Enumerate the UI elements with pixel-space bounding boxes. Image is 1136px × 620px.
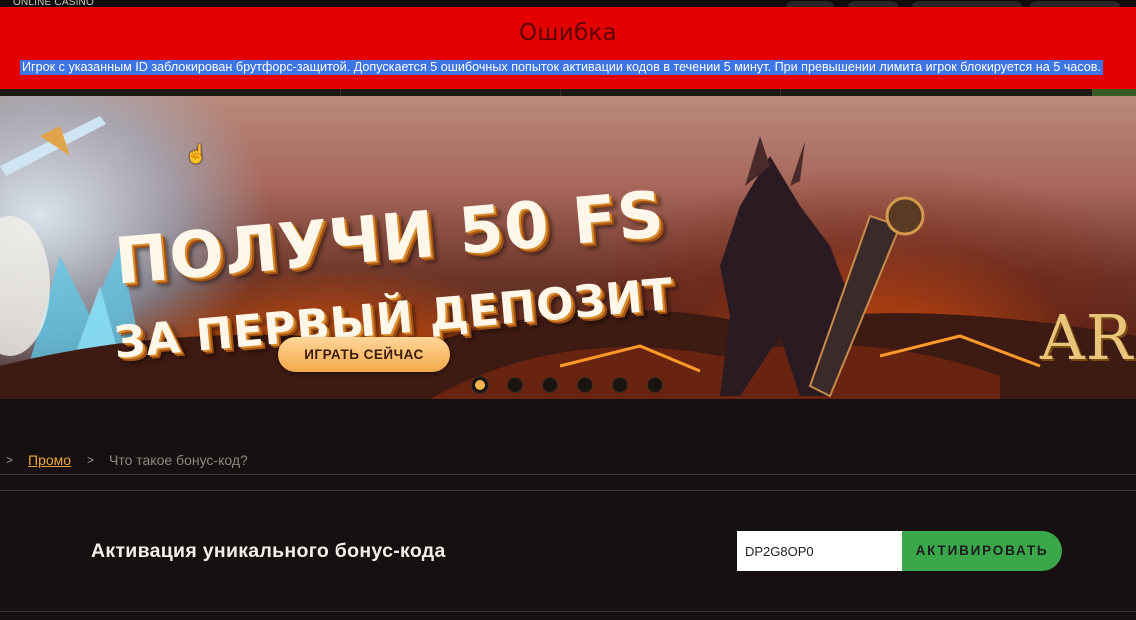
breadcrumb: > Промо > Что такое бонус-код? (0, 450, 1136, 474)
breadcrumb-link-promo[interactable]: Промо (28, 452, 71, 468)
carousel-dot-5[interactable] (612, 377, 628, 393)
error-title: Ошибка (518, 20, 618, 46)
carousel-dot-2[interactable] (507, 377, 523, 393)
hand-cursor-icon: ☝ (185, 144, 208, 164)
carousel-dot-6[interactable] (647, 377, 663, 393)
divider (0, 474, 1136, 475)
carousel-dot-3[interactable] (542, 377, 558, 393)
divider (0, 611, 1136, 612)
error-notification: Ошибка Игрок с указанным ID заблокирован… (0, 7, 1136, 89)
activation-title: Активация уникального бонус-кода (91, 540, 446, 562)
nav-strip (0, 89, 1136, 96)
error-message: Игрок с указанным ID заблокирован брутфо… (20, 60, 1103, 75)
breadcrumb-separator: > (87, 453, 95, 467)
carousel-dots (472, 377, 663, 395)
divider (0, 490, 1136, 491)
divider (340, 89, 341, 96)
divider (560, 89, 561, 96)
game-logo: ARO (1040, 301, 1136, 374)
carousel-dot-4[interactable] (577, 377, 593, 393)
carousel-dot-1[interactable] (472, 377, 488, 393)
bonus-code-input[interactable] (737, 531, 902, 571)
activate-button[interactable]: АКТИВИРОВАТЬ (902, 531, 1062, 571)
breadcrumb-current: Что такое бонус-код? (109, 452, 248, 468)
promo-banner[interactable]: ПОЛУЧИ 50 FS ЗА ПЕРВЫЙ ДЕПОЗИТ ARO (0, 96, 1136, 399)
header-accent (1092, 89, 1136, 96)
play-now-button[interactable]: ИГРАТЬ СЕЙЧАС (278, 337, 450, 372)
breadcrumb-separator: > (6, 453, 14, 467)
divider (780, 89, 781, 96)
